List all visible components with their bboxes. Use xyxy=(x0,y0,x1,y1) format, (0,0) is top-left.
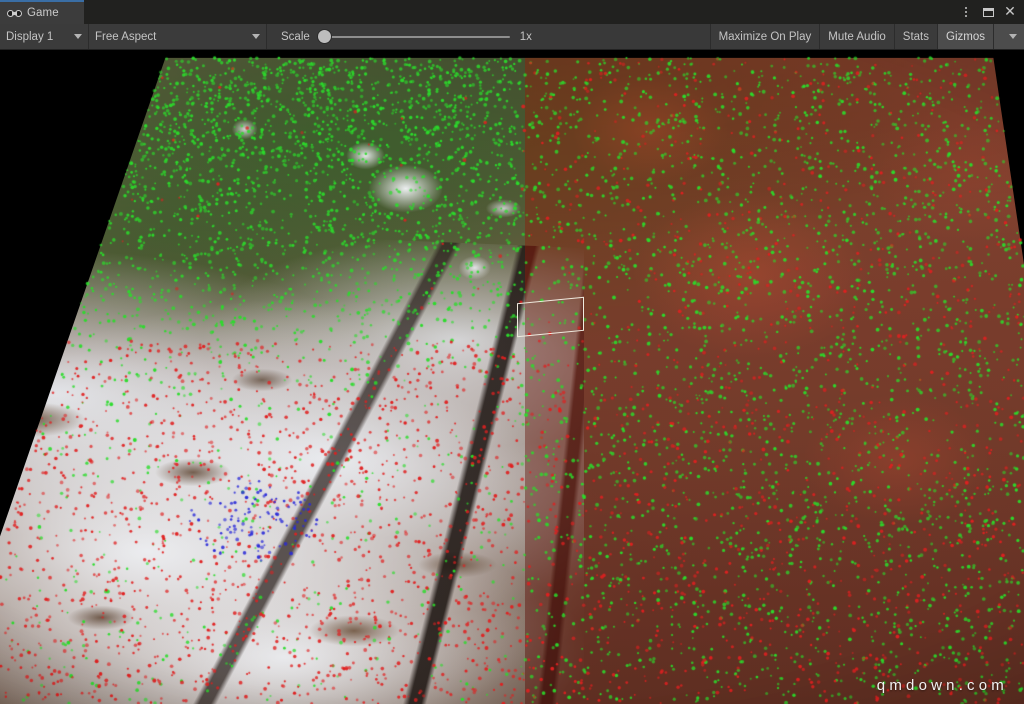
scale-slider[interactable] xyxy=(318,30,510,44)
maximize-icon[interactable] xyxy=(978,1,998,23)
display-dropdown-label: Display 1 xyxy=(6,31,53,43)
tab-game[interactable]: Game xyxy=(0,0,84,24)
display-dropdown[interactable]: Display 1 xyxy=(0,24,89,49)
aspect-dropdown[interactable]: Free Aspect xyxy=(89,24,267,49)
particle-point-cloud xyxy=(0,50,1024,704)
window-tab-bar: Game ✕ xyxy=(0,0,1024,24)
gamepad-icon xyxy=(7,9,22,18)
maximize-on-play-button[interactable]: Maximize On Play xyxy=(710,24,820,49)
toolbar-right-group: Maximize On Play Mute Audio Stats Gizmos xyxy=(710,24,1024,49)
unity-game-window: Game ✕ Display 1 Free Aspect Scale 1x xyxy=(0,0,1024,704)
watermark: qmdown.com xyxy=(877,677,1008,694)
game-view-toolbar: Display 1 Free Aspect Scale 1x Maximize … xyxy=(0,24,1024,50)
scale-slider-handle[interactable] xyxy=(318,30,331,43)
scale-value: 1x xyxy=(520,31,532,43)
window-controls: ✕ xyxy=(956,0,1020,24)
aspect-dropdown-label: Free Aspect xyxy=(95,31,156,43)
kebab-menu-icon[interactable] xyxy=(956,1,976,23)
close-icon[interactable]: ✕ xyxy=(1000,1,1020,23)
stats-button[interactable]: Stats xyxy=(894,24,937,49)
game-viewport[interactable]: qmdown.com xyxy=(0,50,1024,704)
scale-label: Scale xyxy=(281,31,310,43)
mute-audio-button[interactable]: Mute Audio xyxy=(819,24,894,49)
gizmos-button[interactable]: Gizmos xyxy=(937,24,993,49)
selection-wire-quad[interactable] xyxy=(517,297,584,337)
tab-game-label: Game xyxy=(27,7,59,19)
scale-control: Scale 1x xyxy=(267,24,710,49)
chevron-down-icon xyxy=(74,34,82,39)
scale-slider-track xyxy=(326,36,510,38)
chevron-down-icon xyxy=(252,34,260,39)
gizmos-dropdown-button[interactable] xyxy=(993,24,1024,49)
chevron-down-icon xyxy=(1009,34,1017,39)
